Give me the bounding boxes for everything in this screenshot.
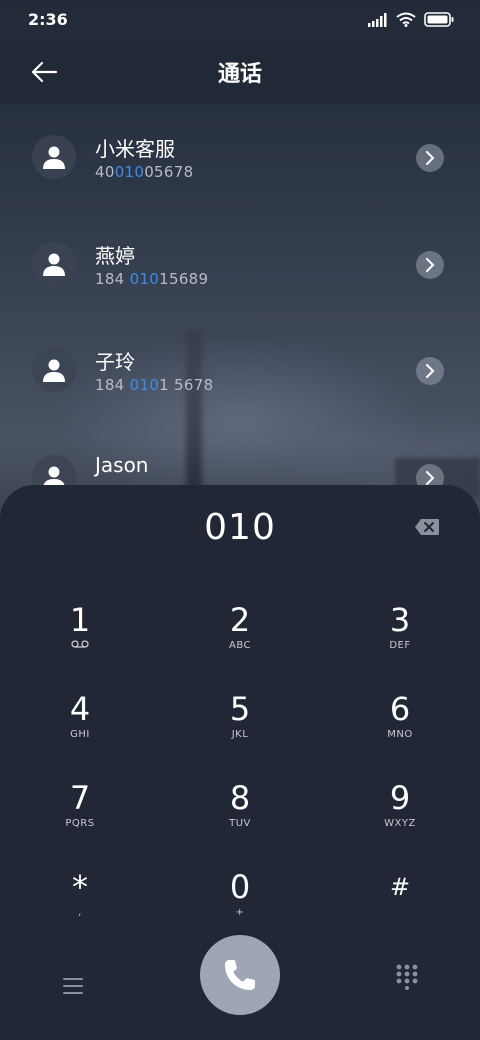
contact-detail-button[interactable] (416, 357, 444, 385)
dial-key-5[interactable]: 5 JKL (180, 689, 300, 759)
contact-row[interactable]: 子玲 184 0101 5678 (0, 348, 480, 438)
contact-name: 燕婷 (95, 244, 135, 268)
dial-key-2[interactable]: 2 ABC (180, 600, 300, 670)
dialpad-grid-icon[interactable] (395, 964, 419, 990)
app-header: 通话 (0, 40, 480, 104)
status-bar: 2:36 (0, 0, 480, 40)
avatar (32, 242, 76, 286)
dial-key-3[interactable]: 3 DEF (340, 600, 460, 670)
contact-row[interactable]: 燕婷 184 01015689 (0, 242, 480, 332)
contact-name: 子玲 (95, 350, 135, 374)
dialed-number-display: 010 (204, 507, 276, 548)
dial-key-6[interactable]: 6 MNO (340, 689, 460, 759)
contact-detail-button[interactable] (416, 144, 444, 172)
matched-digits: 010 (114, 163, 145, 181)
contact-number: 184 01015689 (95, 270, 209, 288)
person-icon (43, 359, 65, 382)
backspace-icon[interactable] (414, 518, 440, 536)
dial-key-4[interactable]: 4 GHI (20, 689, 140, 759)
dial-key-9[interactable]: 9 WXYZ (340, 778, 460, 848)
contact-detail-button[interactable] (416, 251, 444, 279)
dial-key-8[interactable]: 8 TUV (180, 778, 300, 848)
chevron-right-icon (426, 151, 435, 165)
dial-key-0[interactable]: 0 + (180, 867, 300, 937)
contact-row[interactable]: 小米客服 4001005678 (0, 135, 480, 225)
chevron-right-icon (426, 258, 435, 272)
matched-digits: 010 (129, 376, 160, 394)
dial-key-hash[interactable]: # (340, 867, 460, 937)
signal-icon (368, 12, 388, 31)
page-title: 通话 (217, 62, 262, 87)
contact-name: Jason (95, 453, 149, 477)
dial-key-star[interactable]: *, (20, 867, 140, 937)
person-icon (43, 253, 65, 276)
contact-number: 184 0101 5678 (95, 376, 214, 394)
battery-icon (424, 12, 454, 31)
wifi-icon (396, 12, 416, 31)
avatar (32, 135, 76, 179)
call-button[interactable] (200, 935, 280, 1015)
avatar (32, 348, 76, 392)
matched-digits: 010 (129, 270, 160, 288)
dial-key-7[interactable]: 7 PQRS (20, 778, 140, 848)
chevron-right-icon (426, 471, 435, 485)
dial-key-1[interactable]: 1 (20, 600, 140, 670)
contact-number: 4001005678 (95, 163, 194, 181)
contact-name: 小米客服 (95, 137, 175, 161)
voicemail-icon (20, 640, 140, 652)
menu-icon[interactable] (62, 977, 86, 997)
phone-icon (225, 960, 255, 990)
person-icon (43, 146, 65, 169)
chevron-right-icon (426, 364, 435, 378)
status-time: 2:36 (28, 10, 68, 29)
